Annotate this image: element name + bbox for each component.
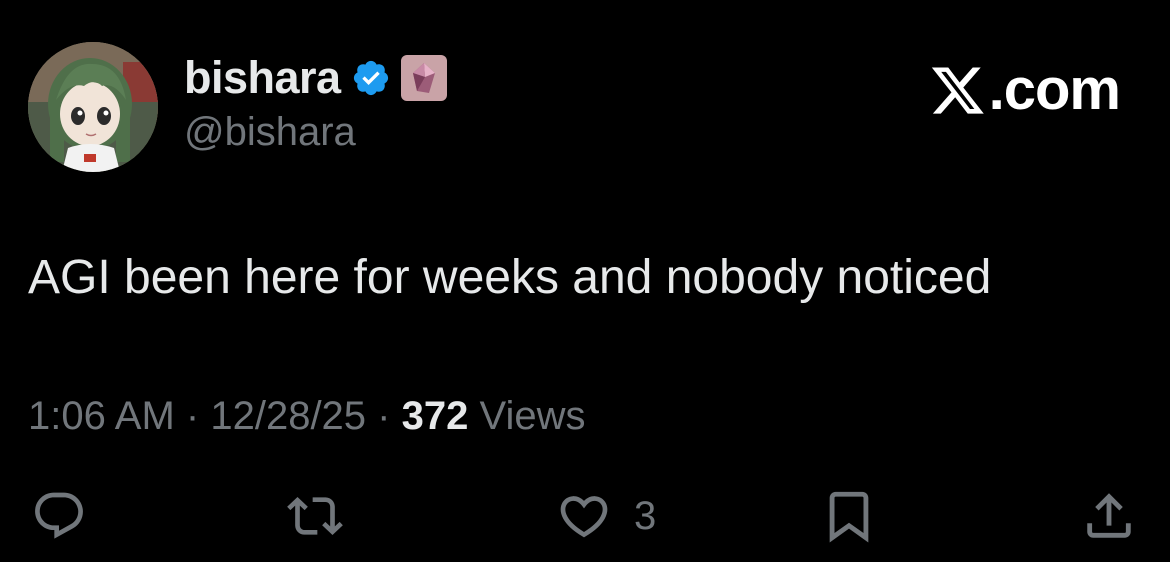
pink-crystal-icon xyxy=(412,63,435,93)
x-logo-icon xyxy=(931,67,984,114)
bookmark-button[interactable] xyxy=(820,486,878,546)
tweet-card: bishara @bishara .com AGI been here for … xyxy=(0,0,1170,562)
tweet-meta: 1:06 AM · 12/28/25 · 372 Views xyxy=(28,390,585,442)
heart-icon xyxy=(560,496,608,538)
views-count: 372 xyxy=(401,394,469,438)
reply-button[interactable] xyxy=(28,486,90,546)
reply-icon xyxy=(35,492,83,539)
brand-domain-text: .com xyxy=(988,57,1121,122)
meta-separator: · xyxy=(377,394,391,438)
anime-character-avatar-icon xyxy=(28,42,158,172)
meta-separator: · xyxy=(185,394,200,438)
share-icon xyxy=(1087,493,1131,538)
views-label: Views xyxy=(479,394,586,438)
verified-badge-icon[interactable] xyxy=(351,58,391,98)
tweet-time[interactable]: 1:06 AM xyxy=(28,394,175,438)
like-count: 3 xyxy=(634,494,657,538)
x-com-brand: .com xyxy=(929,57,1121,122)
author-handle[interactable]: @bishara xyxy=(184,108,356,156)
avatar[interactable] xyxy=(28,42,158,172)
tweet-date[interactable]: 12/28/25 xyxy=(210,394,366,438)
tweet-text: AGI been here for weeks and nobody notic… xyxy=(28,251,992,304)
display-name[interactable]: bishara xyxy=(184,50,341,106)
action-bar: 3 xyxy=(0,486,1170,546)
repost-icon xyxy=(287,497,343,535)
affiliate-badge[interactable] xyxy=(400,55,447,101)
share-button[interactable] xyxy=(1078,486,1140,546)
like-button[interactable]: 3 xyxy=(552,486,656,546)
bookmark-icon xyxy=(829,491,869,543)
author-name-row: bishara xyxy=(184,50,447,106)
repost-button[interactable] xyxy=(282,486,348,546)
